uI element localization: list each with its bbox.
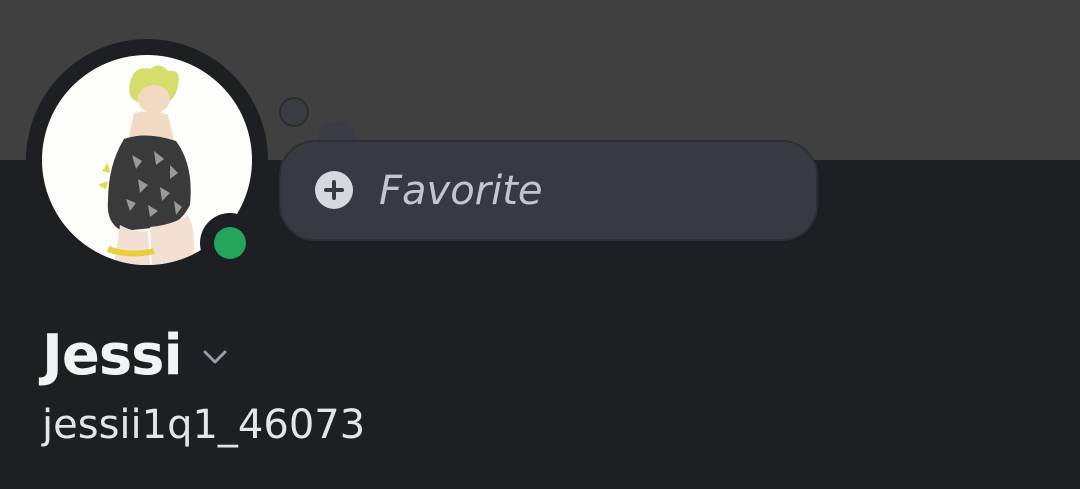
username: jessii1q1_46073 [42, 402, 366, 448]
status-placeholder: Favorite [379, 168, 543, 214]
plus-circle-icon[interactable] [315, 171, 353, 209]
status-indicator-frame [200, 213, 260, 273]
display-name-row[interactable]: Jessi [42, 320, 228, 390]
online-status-dot [214, 227, 246, 259]
chevron-down-icon[interactable] [202, 344, 228, 370]
avatar-frame[interactable] [26, 39, 268, 281]
display-name: Jessi [42, 322, 183, 388]
thought-bubble-dot [279, 97, 309, 127]
custom-status-bubble[interactable]: Favorite [279, 140, 818, 241]
